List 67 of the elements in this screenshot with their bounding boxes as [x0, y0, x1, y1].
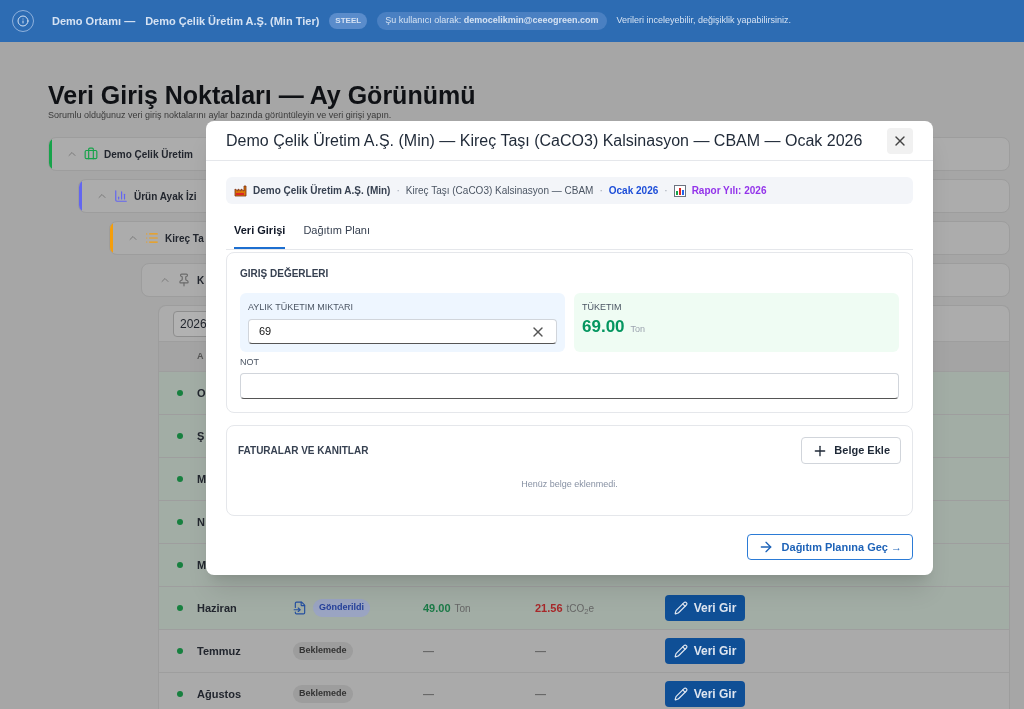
breadcrumb-item: Demo Çelik Üretim A.Ş. (Min)	[253, 183, 391, 198]
factory-icon	[234, 184, 247, 197]
quantity-value: —	[423, 643, 434, 659]
month-label: M	[197, 471, 208, 487]
bar-chart-icon	[114, 189, 128, 203]
tree-node-label: K	[197, 273, 205, 288]
column-header: A	[197, 349, 204, 363]
unit-label: tCO$_{2}$e	[566, 601, 595, 616]
month-label: Temmuz	[197, 643, 242, 659]
enter-data-button[interactable]: Veri Gir	[665, 681, 745, 707]
breadcrumb-item: Rapor Yılı: 2026	[691, 184, 767, 198]
enter-data-button[interactable]: Veri Gir	[665, 595, 745, 621]
quantity-value: 49.00	[423, 600, 451, 616]
field-label: NOT	[240, 355, 259, 369]
month-label: Ş	[197, 428, 206, 444]
empty-message: Henüz belge eklenmedi.	[520, 478, 619, 491]
enter-data-button[interactable]: Veri Gir	[665, 638, 745, 664]
result-value: 69.00	[582, 316, 625, 338]
field-label: TÜKETIM	[582, 300, 623, 314]
permission-note: Verileri inceleyebilir, değişiklik yapabilirsiniz.	[616, 14, 792, 28]
status-badge: Gönderildi	[313, 599, 370, 617]
close-button[interactable]	[887, 127, 913, 154]
tree-node-label: Demo Çelik Üretim	[104, 147, 193, 162]
status-badge: Beklemede	[293, 642, 353, 660]
status-badge: Beklemede	[293, 685, 353, 703]
month-label: Haziran	[197, 600, 238, 616]
pencil-icon	[673, 601, 688, 615]
month-label: M	[197, 557, 208, 573]
emission-value: —	[535, 686, 546, 702]
next-step-button[interactable]: Dağıtım Planına Geç →	[746, 534, 913, 560]
emission-value: —	[535, 643, 546, 659]
quantity-input[interactable]: 69	[248, 319, 557, 344]
month-label: Ağustos	[197, 686, 242, 702]
company-label: Demo Çelik Üretim A.Ş. (Min Tier)	[145, 13, 320, 29]
breadcrumb-separator: ·	[396, 184, 400, 198]
page-subtitle: Sorumlu olduğunuz veri giriş noktalarını aylar bazında görüntüleyin ve veri girişi yapın.	[48, 110, 393, 121]
document-icon	[293, 601, 307, 615]
section-heading: GIRIŞ DEĞERLERI	[240, 266, 330, 281]
tab[interactable]: Veri Girişi	[234, 222, 286, 249]
pin-icon	[177, 273, 191, 287]
section-heading: FATURALAR VE KANITLAR	[238, 444, 369, 458]
dialog-title: Demo Çelik Üretim A.Ş. (Min) — Kireç Taşı (CaCO3) Kalsinasyon — CBAM — Ocak 2026	[226, 130, 863, 151]
environment-label: Demo Ortamı —	[52, 13, 136, 29]
tree-node-label: Ürün Ayak İzi	[134, 189, 197, 204]
breadcrumb-separator: ·	[664, 184, 668, 198]
breadcrumb-separator: ·	[599, 184, 603, 198]
tab[interactable]: Dağıtım Planı	[303, 222, 370, 249]
tree-node-label: Kireç Ta	[165, 231, 204, 246]
unit-label: Ton	[630, 323, 646, 336]
briefcase-icon	[84, 147, 98, 161]
unit-label: Ton	[454, 601, 471, 616]
page-title: Veri Giriş Noktaları — Ay Görünümü	[48, 80, 477, 110]
breadcrumb-item: Kireç Taşı (CaCO3) Kalsinasyon — CBAM	[405, 184, 594, 198]
tier-badge: STEEL	[329, 13, 368, 29]
breadcrumb-item: Ocak 2026	[608, 184, 659, 198]
quantity-value: —	[423, 686, 434, 702]
user-pill: Şu kullanıcı olarak: democelikmin@ceeogreen.com	[377, 12, 607, 30]
add-document-button[interactable]: Belge Ekle	[801, 437, 901, 464]
note-input[interactable]	[240, 373, 899, 399]
month-label: N	[197, 514, 206, 530]
bar-chart-icon	[673, 184, 686, 197]
month-label: O	[197, 385, 207, 401]
list-icon	[145, 231, 159, 245]
pencil-icon	[673, 644, 688, 658]
emission-value: 21.56	[535, 600, 563, 616]
pencil-icon	[673, 687, 688, 701]
field-label: AYLIK TÜKETIM MIKTARI	[248, 300, 355, 314]
